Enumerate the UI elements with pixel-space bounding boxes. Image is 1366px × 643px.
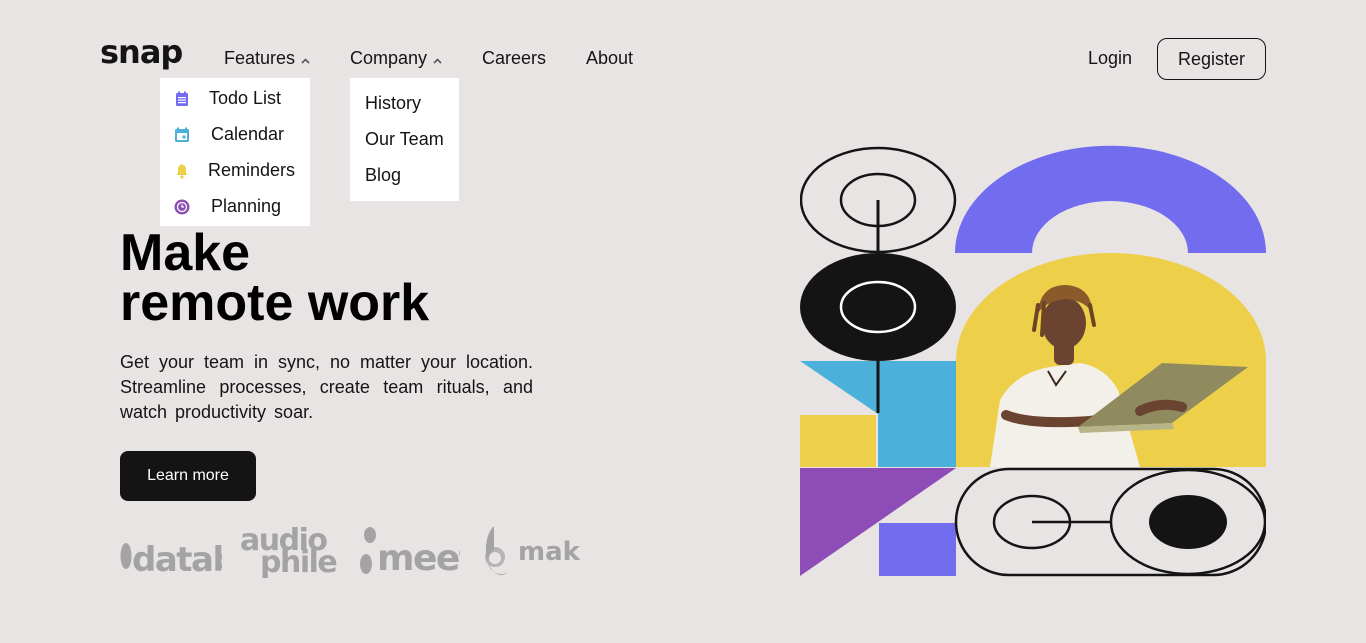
- menu-item-our-team[interactable]: Our Team: [365, 129, 444, 150]
- bell-icon: [174, 163, 190, 179]
- client-logo-meet: meet: [360, 522, 477, 579]
- hero-headline: Make remote work: [120, 224, 430, 332]
- chevron-up-icon: [433, 57, 442, 64]
- company-dropdown: History Our Team Blog: [350, 78, 459, 201]
- register-button[interactable]: Register: [1157, 38, 1266, 80]
- nav-company[interactable]: Company: [350, 48, 442, 69]
- client-logo-databiz: databiz: [120, 522, 266, 580]
- client-audiophile-text-2: phile: [260, 545, 336, 578]
- menu-item-label: Calendar: [211, 124, 285, 144]
- nav-company-label: Company: [350, 48, 428, 68]
- nav-careers[interactable]: Careers: [482, 48, 546, 69]
- client-logo-audiophile: audio phile: [240, 522, 340, 580]
- purple-arch-shape: [955, 145, 1266, 253]
- menu-item-label: Planning: [211, 196, 282, 216]
- menu-item-label: Todo List: [209, 88, 282, 108]
- learn-more-button[interactable]: Learn more: [120, 451, 256, 501]
- client-maker-text: maker: [518, 537, 580, 567]
- chevron-up-icon: [301, 57, 310, 64]
- hero-illustration: [799, 145, 1268, 577]
- features-dropdown: Todo List Calendar Reminders Planning: [160, 78, 310, 226]
- menu-item-calendar[interactable]: Calendar: [174, 124, 304, 146]
- menu-item-blog[interactable]: Blog: [365, 165, 401, 186]
- todo-icon: [174, 91, 190, 107]
- logo[interactable]: snap: [100, 33, 183, 71]
- client-meet-text: meet: [377, 538, 460, 578]
- clock-icon: [174, 199, 190, 215]
- nav-about[interactable]: About: [586, 48, 633, 69]
- menu-item-label: Reminders: [208, 160, 296, 180]
- menu-item-planning[interactable]: Planning: [174, 196, 304, 218]
- calendar-icon: [174, 127, 190, 143]
- nav-features[interactable]: Features: [224, 48, 310, 69]
- login-link[interactable]: Login: [1088, 48, 1132, 69]
- menu-item-history[interactable]: History: [365, 93, 421, 114]
- menu-item-todo-list[interactable]: Todo List: [174, 88, 304, 110]
- menu-item-reminders[interactable]: Reminders: [174, 160, 304, 182]
- headline-line-1: Make: [120, 224, 251, 282]
- client-databiz-text: databiz: [132, 540, 222, 578]
- headline-line-2: remote work: [120, 274, 430, 332]
- hero-subtext: Get your team in sync, no matter your lo…: [120, 352, 533, 422]
- nav-features-label: Features: [224, 48, 296, 68]
- client-logo-maker: maker: [480, 522, 610, 578]
